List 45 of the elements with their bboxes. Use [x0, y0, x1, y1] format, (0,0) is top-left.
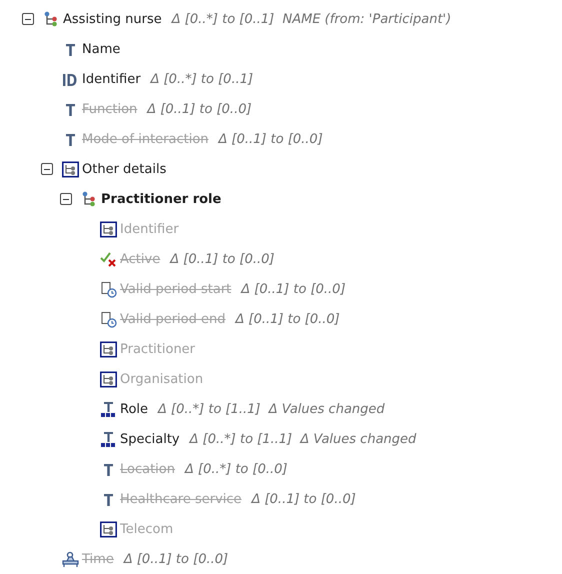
node-label[interactable]: Name	[82, 42, 120, 56]
change-note: Δ [0..1] to [0..0]	[124, 552, 228, 566]
change-note: Δ [0..*] to [0..1] NAME (from: 'Participant')	[172, 12, 452, 26]
change-note: Δ [0..1] to [0..0]	[170, 252, 274, 266]
node-label[interactable]: Time	[82, 552, 114, 566]
coded-text-icon	[100, 400, 117, 418]
node-label[interactable]: Active	[120, 252, 160, 266]
element-icon	[100, 520, 117, 538]
element-icon	[100, 340, 117, 358]
change-note: Δ [0..*] to [1..1] Δ Values changed	[190, 432, 416, 446]
node-label[interactable]: Identifier	[120, 222, 179, 236]
node-label[interactable]: Healthcare service	[120, 492, 242, 506]
calendar-clock-icon	[100, 280, 117, 298]
change-note: Δ [0..*] to [1..1] Δ Values changed	[158, 402, 385, 416]
change-note: Δ [0..1] to [0..0]	[218, 132, 323, 146]
node-label[interactable]: Telecom	[120, 522, 174, 536]
node-label[interactable]: Role	[120, 402, 148, 416]
node-label[interactable]: Valid period end	[120, 312, 226, 326]
node-label[interactable]: Practitioner	[120, 342, 196, 356]
person-desk-icon	[62, 550, 79, 568]
change-note: Δ [0..1] to [0..0]	[147, 102, 252, 116]
change-note: Δ [0..1] to [0..0]	[241, 282, 346, 296]
node-label[interactable]: Identifier	[82, 72, 141, 86]
node-label[interactable]: Assisting nurse	[63, 12, 162, 26]
element-icon	[100, 220, 117, 238]
element-icon	[62, 160, 79, 178]
node-label[interactable]: Practitioner role	[101, 192, 222, 206]
node-label[interactable]: Specialty	[120, 432, 180, 446]
change-note: Δ [0..1] to [0..0]	[236, 312, 340, 326]
node-label[interactable]: Other details	[82, 162, 166, 176]
collapse-toggle[interactable]	[22, 13, 34, 25]
node-label[interactable]: Valid period start	[120, 282, 232, 296]
calendar-clock-icon	[100, 310, 117, 328]
change-note: Δ [0..*] to [0..1]	[150, 72, 254, 86]
change-note: Δ [0..*] to [0..0]	[184, 462, 288, 476]
coded-text-icon	[100, 430, 117, 448]
collapse-toggle[interactable]	[60, 193, 72, 205]
node-label[interactable]: Mode of interaction	[82, 132, 209, 146]
check-cross-icon	[100, 250, 117, 268]
element-icon	[100, 370, 117, 388]
node-label[interactable]: Function	[82, 102, 138, 116]
node-label[interactable]: Organisation	[120, 372, 204, 386]
collapse-toggle[interactable]	[41, 163, 53, 175]
change-note: Δ [0..1] to [0..0]	[252, 492, 356, 506]
node-label[interactable]: Location	[120, 462, 175, 476]
